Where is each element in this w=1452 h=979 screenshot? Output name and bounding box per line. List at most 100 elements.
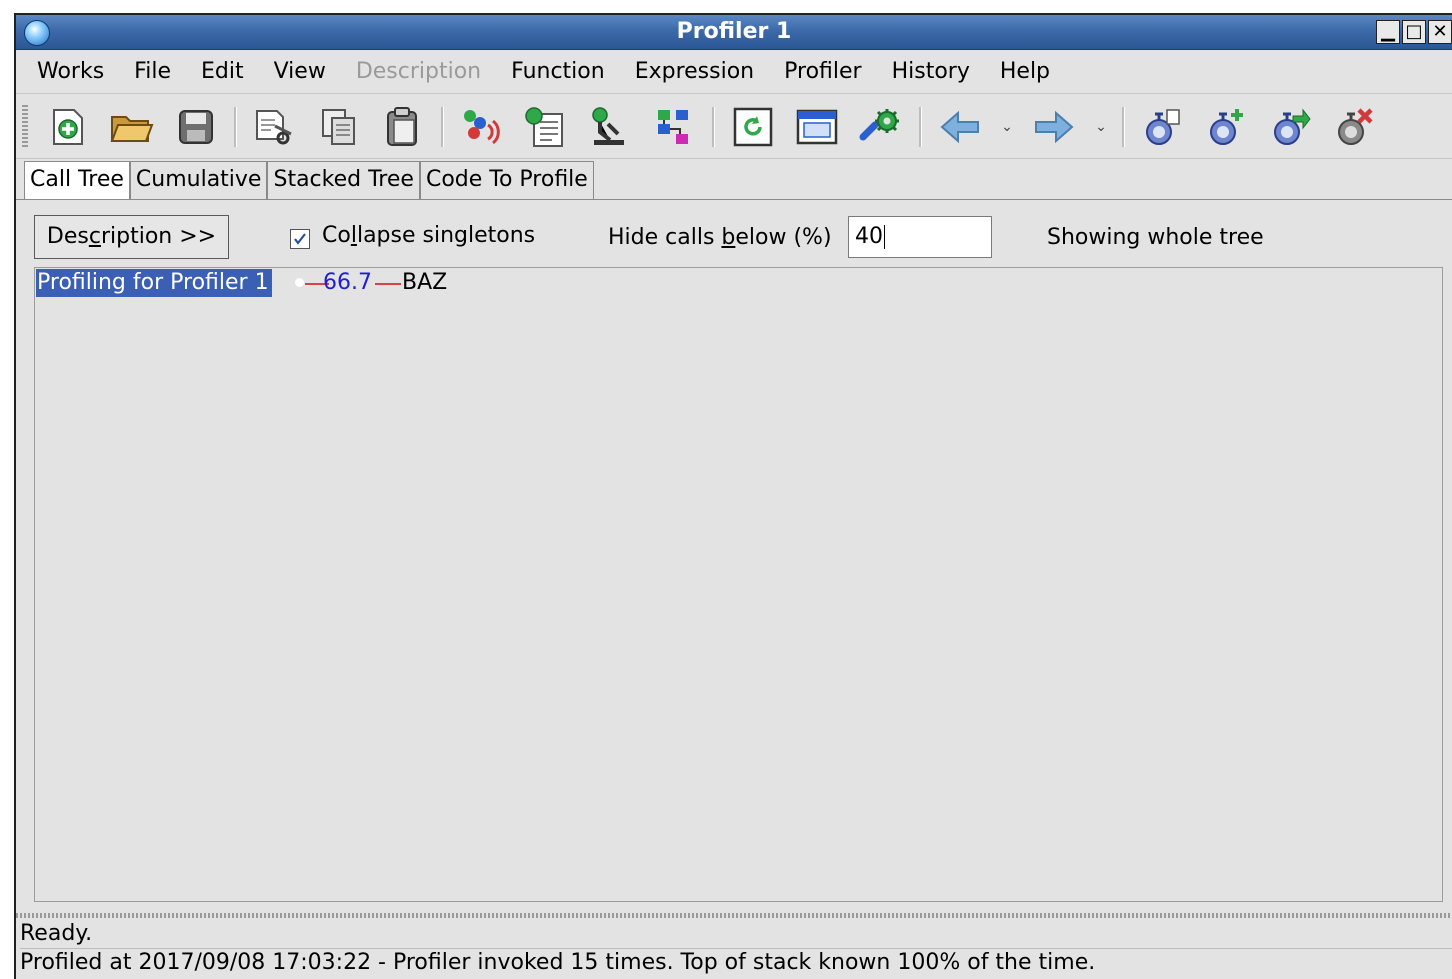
tab-cumulative[interactable]: Cumulative [129, 161, 268, 199]
toolbar-separator [712, 106, 715, 147]
chevron-down-icon: ⌄ [1095, 118, 1107, 135]
toolbar-separator [234, 106, 237, 147]
application-window: Profiler 1 ▁ □ ✕ Works File Edit View De… [14, 13, 1452, 979]
close-icon[interactable]: ✕ [1428, 20, 1452, 44]
description-button[interactable]: Description >> [34, 215, 229, 259]
profiler-export-icon [1271, 106, 1311, 148]
cut-button[interactable] [252, 103, 298, 151]
tree-edge-percent[interactable]: 66.7 [323, 269, 372, 297]
copy-button[interactable] [316, 103, 362, 151]
forward-arrow-icon [1032, 109, 1076, 145]
tree-root-node[interactable]: Profiling for Profiler 1 [36, 269, 272, 297]
profiler-delete-icon [1335, 106, 1375, 148]
paste-icon [384, 106, 422, 148]
status-splitter[interactable] [16, 913, 1452, 918]
open-folder-icon [110, 109, 154, 145]
title-bar[interactable]: Profiler 1 ▁ □ ✕ [16, 15, 1452, 50]
description-button-label: Des [46, 224, 89, 249]
menu-works[interactable]: Works [22, 59, 119, 84]
toolbar-separator [919, 106, 922, 147]
tree-view-button[interactable] [651, 103, 697, 151]
forward-history-dropdown[interactable]: ⌄ [1090, 103, 1112, 151]
tab-divider [16, 199, 1452, 200]
view-tabs: Call Tree Cumulative Stacked Tree Code T… [24, 161, 594, 199]
back-button[interactable] [937, 103, 983, 151]
collapse-label-part: Co [322, 223, 351, 248]
function-list-icon [524, 106, 568, 148]
refresh-icon [733, 107, 773, 147]
menu-profiler[interactable]: Profiler [769, 59, 876, 84]
paste-button[interactable] [380, 103, 426, 151]
hide-calls-label-part: Hide calls [608, 225, 722, 250]
toolbar: ⌄ ⌄ [16, 95, 1452, 159]
menu-edit[interactable]: Edit [186, 59, 259, 84]
new-button[interactable] [45, 103, 91, 151]
toolbar-separator [1122, 106, 1125, 147]
menu-function[interactable]: Function [496, 59, 620, 84]
new-icon [50, 108, 86, 146]
threshold-value: 40 [855, 224, 883, 249]
description-button-mnemonic: c [88, 224, 101, 249]
forward-button[interactable] [1031, 103, 1077, 151]
profiler-export-button[interactable] [1268, 103, 1314, 151]
refresh-button[interactable] [730, 103, 776, 151]
tab-stacked-tree[interactable]: Stacked Tree [267, 161, 420, 199]
showing-status-label: Showing whole tree [1047, 225, 1264, 250]
menu-bar: Works File Edit View Description Functio… [16, 50, 1452, 94]
inspect-icon [588, 106, 632, 148]
window-button[interactable] [794, 103, 840, 151]
open-button[interactable] [109, 103, 155, 151]
menu-description[interactable]: Description [341, 59, 496, 84]
checkmark-icon [292, 231, 308, 247]
menu-view[interactable]: View [259, 59, 341, 84]
settings-gear-icon [859, 107, 903, 147]
profiler-new-icon [1143, 106, 1183, 148]
hide-calls-label: Hide calls below (%) [608, 225, 832, 250]
collapse-singletons-label[interactable]: Collapse singletons [322, 223, 535, 248]
tree-root-label: Profiling for Profiler 1 [37, 270, 269, 295]
chevron-down-icon: ⌄ [1001, 118, 1013, 135]
window-title: Profiler 1 [676, 19, 792, 44]
window-icon [796, 107, 838, 147]
cut-icon [253, 108, 297, 146]
text-caret [884, 225, 885, 249]
run-function-icon [460, 107, 504, 147]
menu-file[interactable]: File [119, 59, 186, 84]
profiler-delete-button[interactable] [1332, 103, 1378, 151]
menu-help[interactable]: Help [985, 59, 1065, 84]
tab-call-tree[interactable]: Call Tree [24, 161, 130, 199]
inspect-button[interactable] [587, 103, 633, 151]
profiler-add-icon [1207, 106, 1247, 148]
hide-calls-label-rest: elow (%) [735, 225, 832, 250]
run-function-button[interactable] [459, 103, 505, 151]
maximize-icon[interactable]: □ [1402, 20, 1426, 44]
back-arrow-icon [938, 109, 982, 145]
toolbar-separator [441, 106, 444, 147]
toolbar-grip[interactable] [22, 104, 28, 149]
profiler-new-button[interactable] [1140, 103, 1186, 151]
tab-code-to-profile[interactable]: Code To Profile [419, 161, 594, 199]
settings-button[interactable] [858, 103, 904, 151]
status-profile-info: Profiled at 2017/09/08 17:03:22 - Profil… [20, 950, 1096, 975]
description-button-label-rest: ription >> [100, 224, 217, 249]
save-icon [178, 109, 214, 145]
tree-icon [652, 106, 696, 148]
collapse-label-rest: lapse singletons [356, 223, 536, 248]
back-history-dropdown[interactable]: ⌄ [996, 103, 1018, 151]
menu-history[interactable]: History [877, 59, 985, 84]
collapse-singletons-checkbox[interactable] [290, 229, 310, 249]
hide-calls-mnemonic: b [721, 225, 736, 250]
minimize-icon[interactable]: ▁ [1376, 20, 1400, 44]
menu-expression[interactable]: Expression [620, 59, 769, 84]
function-list-button[interactable] [523, 103, 569, 151]
save-button[interactable] [173, 103, 219, 151]
profiler-add-button[interactable] [1204, 103, 1250, 151]
copy-icon [320, 107, 358, 147]
window-controls: ▁ □ ✕ [1376, 20, 1452, 44]
tree-node-dot [295, 278, 304, 287]
tree-edge [375, 283, 401, 285]
status-ready-text: Ready. [20, 920, 1452, 949]
hide-calls-threshold-input[interactable]: 40 [848, 216, 992, 258]
tree-child-node[interactable]: BAZ [402, 269, 447, 297]
call-tree-canvas[interactable]: Profiling for Profiler 1 66.7 BAZ [34, 267, 1443, 902]
